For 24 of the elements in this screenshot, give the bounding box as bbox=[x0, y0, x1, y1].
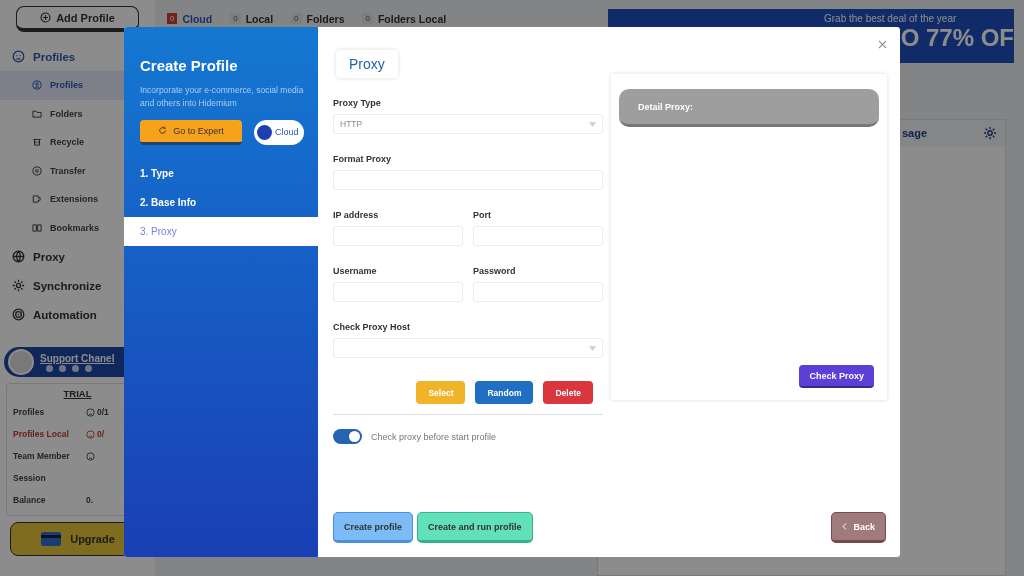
field-label: Port bbox=[473, 210, 492, 220]
plan-label: Profiles bbox=[13, 407, 45, 417]
detail-header: Detail Proxy: bbox=[619, 89, 879, 127]
field-label: Check Proxy Host bbox=[333, 322, 412, 332]
plan-value: 0/1 bbox=[97, 407, 109, 417]
field-label: Username bbox=[333, 266, 378, 276]
field-label: Proxy Type bbox=[333, 98, 382, 108]
count-badge: 0 bbox=[291, 13, 302, 24]
plan-value: 0. bbox=[86, 495, 94, 505]
plan-label: Team Member bbox=[13, 451, 70, 461]
field-label: Password bbox=[473, 266, 517, 276]
toggle-label: Check proxy before start profile bbox=[371, 431, 497, 442]
field-label: IP address bbox=[333, 210, 380, 220]
count-badge: 0 bbox=[167, 13, 178, 24]
plan-value: 0/ bbox=[97, 429, 105, 439]
field-label: Format Proxy bbox=[333, 154, 393, 164]
panel-title: sage bbox=[902, 127, 928, 139]
plan-label: Balance bbox=[13, 495, 46, 505]
banner-headline: O 77% OF bbox=[900, 26, 1014, 50]
plan-label: Profiles Local bbox=[13, 429, 69, 439]
dialog-title: Create Profile bbox=[139, 57, 239, 74]
plan-title: TRIAL bbox=[63, 388, 92, 399]
banner-tagline: Grab the best deal of the year bbox=[824, 13, 958, 24]
plan-label: Session bbox=[13, 473, 46, 483]
